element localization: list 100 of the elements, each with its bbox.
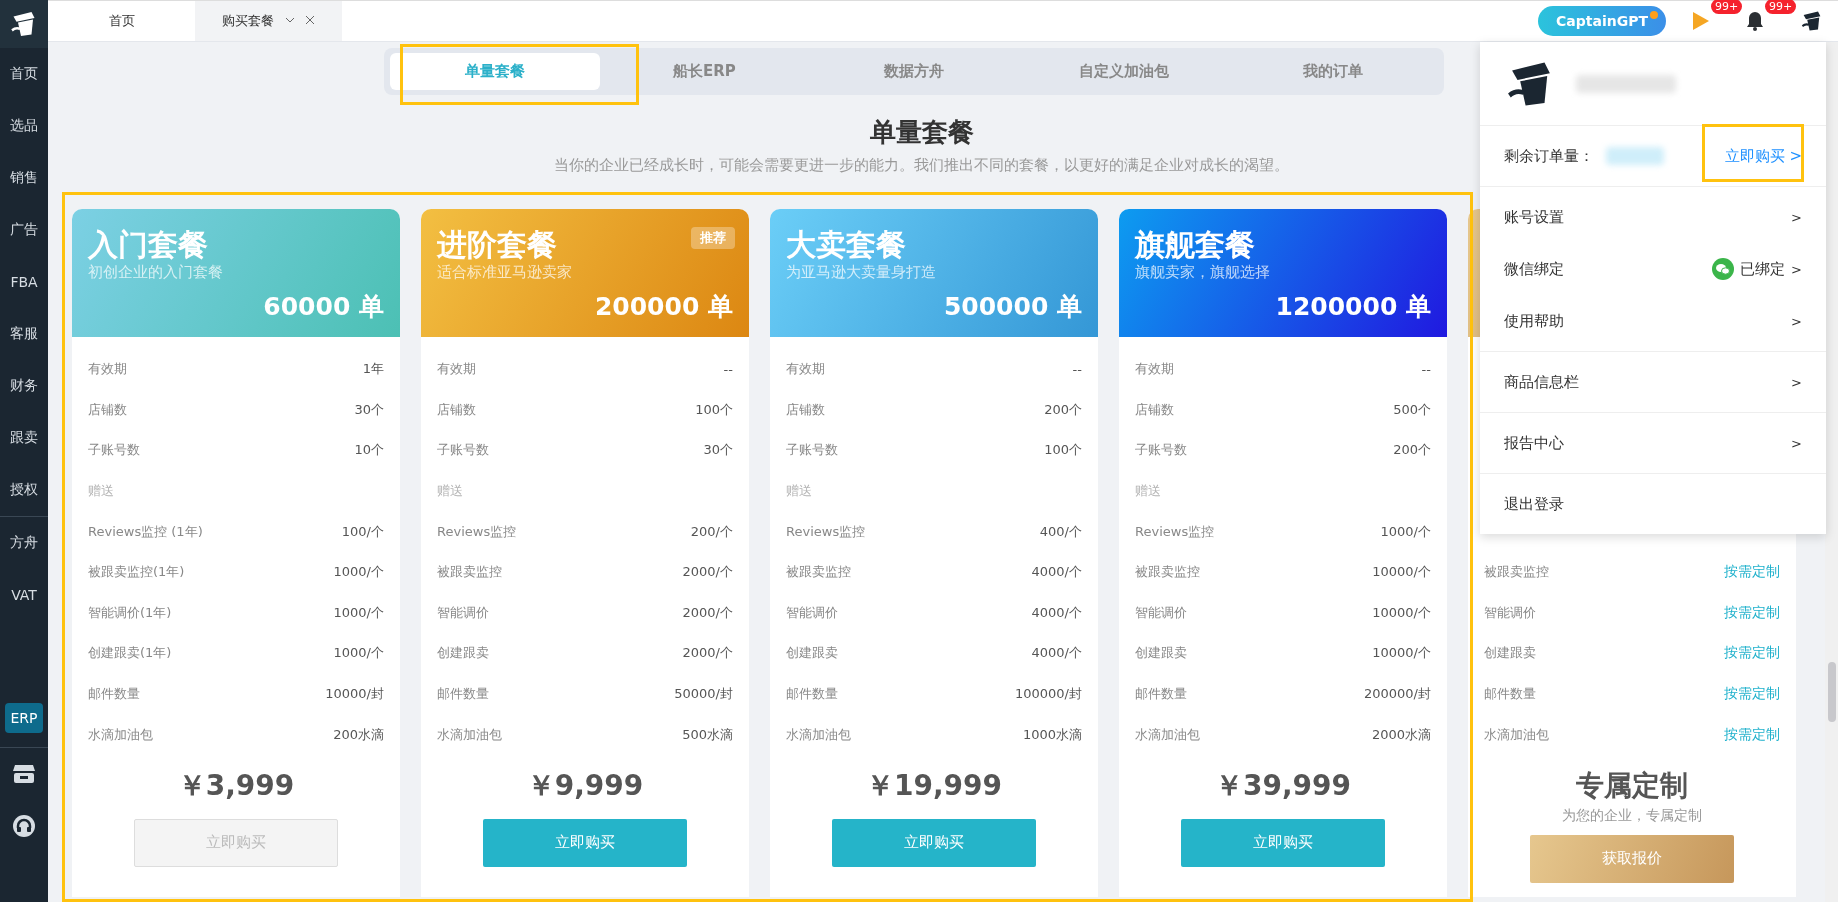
chat-icon bbox=[1712, 258, 1735, 280]
feature-value: 2000水滴 bbox=[1371, 725, 1431, 744]
plan-tagline: 旗舰卖家，旗舰选择 bbox=[1135, 263, 1270, 282]
feature-label: 子账号数 bbox=[786, 441, 838, 460]
headset-icon[interactable] bbox=[11, 813, 37, 839]
feature-label: 邮件数量 bbox=[1135, 685, 1187, 704]
feature-value: 2000/个 bbox=[682, 563, 733, 582]
feature-value: 200个 bbox=[1044, 400, 1082, 419]
sidebar-item[interactable]: 授权 bbox=[0, 464, 48, 516]
feature-label: 水滴加油包 bbox=[1484, 725, 1549, 744]
plan-name: 旗舰套餐 bbox=[1135, 227, 1255, 263]
section-label: 赠送 bbox=[88, 482, 114, 501]
feature-label: 店铺数 bbox=[437, 400, 476, 419]
page-subtitle: 当你的企业已经成长时，可能会需要更进一步的能力。我们推出不同的套餐，以更好的满足企业对成长的渴望。 bbox=[554, 156, 1289, 175]
feature-label: Reviews监控 bbox=[437, 522, 517, 541]
menu-item[interactable]: 微信绑定 已绑定 > bbox=[1480, 243, 1826, 295]
feature-label: 店铺数 bbox=[1135, 400, 1174, 419]
arrow-text: > bbox=[1791, 261, 1802, 277]
feature-value: 200/个 bbox=[690, 522, 733, 541]
plan-tagline: 适合标准亚马逊卖家 bbox=[437, 263, 572, 282]
feature-label: 有效期 bbox=[437, 360, 476, 379]
feature-label: 创建跟卖 bbox=[1484, 644, 1536, 663]
feature-label: 邮件数量 bbox=[786, 685, 838, 704]
bell-icon[interactable] bbox=[1746, 11, 1764, 31]
feature-label: 创建跟卖 bbox=[437, 644, 489, 663]
plan-price: ￥19,999 bbox=[864, 767, 1004, 804]
feature-value: 10000/个 bbox=[1372, 603, 1431, 622]
feature-value: 1000/个 bbox=[333, 563, 384, 582]
feature-label: 被跟卖监控 bbox=[1484, 563, 1549, 582]
sidebar-item[interactable]: 销售 bbox=[0, 152, 48, 204]
feature-label: 水滴加油包 bbox=[88, 725, 153, 744]
menu-item[interactable]: 报告中心 > bbox=[1480, 417, 1826, 469]
recommend-tag: 推荐 bbox=[691, 227, 735, 249]
feature-value: 100个 bbox=[695, 400, 733, 419]
plan-price: ￥3,999 bbox=[176, 767, 296, 804]
sidebar-item[interactable]: 方舟 bbox=[0, 517, 48, 569]
sidebar-item[interactable]: FBA bbox=[0, 256, 48, 308]
plan-name: 大卖套餐 bbox=[786, 227, 906, 263]
menu-item[interactable]: 使用帮助 > bbox=[1480, 295, 1826, 347]
plan-name: 进阶套餐 bbox=[437, 227, 557, 263]
feature-label: 子账号数 bbox=[1135, 441, 1187, 460]
feature-value: 10个 bbox=[354, 441, 384, 460]
sidebar-item[interactable]: 跟卖 bbox=[0, 412, 48, 464]
feature-label: 水滴加油包 bbox=[1135, 725, 1200, 744]
feature-label: 店铺数 bbox=[88, 400, 127, 419]
tab[interactable]: 购买套餐 bbox=[195, 1, 342, 41]
feature-label: 子账号数 bbox=[88, 441, 140, 460]
plan-price: ￥9,999 bbox=[525, 767, 645, 804]
menu-item[interactable]: 退出登录 bbox=[1480, 478, 1826, 530]
sidebar-item[interactable]: 客服 bbox=[0, 308, 48, 360]
feature-value: 4000/个 bbox=[1031, 563, 1082, 582]
feature-label: 被跟卖监控 bbox=[786, 563, 851, 582]
menu-item[interactable]: 账号设置 > bbox=[1480, 191, 1826, 243]
menu-item[interactable]: 商品信息栏 > bbox=[1480, 356, 1826, 408]
sidebar-item[interactable]: VAT bbox=[0, 569, 48, 621]
status-dot bbox=[1650, 11, 1658, 19]
binding-status: 已绑定 bbox=[1740, 259, 1786, 279]
count-badge: 99+ bbox=[1765, 0, 1797, 14]
sidebar-item[interactable]: 首页 bbox=[0, 48, 48, 100]
feature-value: -- bbox=[723, 361, 733, 377]
feature-label: Reviews监控 bbox=[786, 522, 866, 541]
arrow-text: > bbox=[1791, 209, 1802, 225]
plan-name: 入门套餐 bbox=[88, 227, 208, 263]
feature-value: 4000/个 bbox=[1031, 603, 1082, 622]
plan-tagline: 初创企业的入门套餐 bbox=[88, 263, 223, 282]
blurred-value bbox=[1606, 147, 1664, 165]
feature-label: 邮件数量 bbox=[88, 685, 140, 704]
feature-value: 1年 bbox=[362, 360, 384, 379]
feature-label: 有效期 bbox=[1135, 360, 1174, 379]
sidebar-item[interactable]: 财务 bbox=[0, 360, 48, 412]
feature-value: 10000/封 bbox=[325, 685, 384, 704]
feature-value: 10000/个 bbox=[1372, 563, 1431, 582]
feature-label: Reviews监控 bbox=[1135, 522, 1215, 541]
feature-label: 邮件数量 bbox=[437, 685, 489, 704]
arrow-text: > bbox=[1791, 374, 1802, 390]
feature-value: 200水滴 bbox=[333, 725, 384, 744]
feature-value: 100/个 bbox=[341, 522, 384, 541]
custom-title: 专属定制 bbox=[1575, 767, 1689, 804]
feature-value: 1000/个 bbox=[333, 644, 384, 663]
plan-quota: 60000 单 bbox=[263, 291, 384, 323]
tab[interactable]: 首页 bbox=[48, 1, 195, 41]
plan-quota: 200000 单 bbox=[594, 291, 733, 323]
sidebar-item[interactable]: 广告 bbox=[0, 204, 48, 256]
feature-label: 创建跟卖 bbox=[1135, 644, 1187, 663]
sidebar-item[interactable]: 选品 bbox=[0, 100, 48, 152]
feature-value: 500水滴 bbox=[682, 725, 733, 744]
plan-price: ￥39,999 bbox=[1213, 767, 1353, 804]
feature-label: 智能调价(1年) bbox=[88, 603, 172, 622]
plan-quota: 500000 单 bbox=[943, 291, 1082, 323]
feature-label: 创建跟卖(1年) bbox=[88, 644, 172, 663]
feature-label: 水滴加油包 bbox=[437, 725, 502, 744]
plan-quota: 1200000 单 bbox=[1275, 291, 1431, 323]
page-title: 单量套餐 bbox=[869, 116, 974, 149]
feature-label: 智能调价 bbox=[437, 603, 489, 622]
feature-value: 30个 bbox=[354, 400, 384, 419]
feature-label: 水滴加油包 bbox=[786, 725, 851, 744]
feature-value: 100000/封 bbox=[1015, 685, 1082, 704]
section-label: 赠送 bbox=[786, 482, 812, 501]
arrow-text: > bbox=[1791, 435, 1802, 451]
feature-value: 1000/个 bbox=[333, 603, 384, 622]
